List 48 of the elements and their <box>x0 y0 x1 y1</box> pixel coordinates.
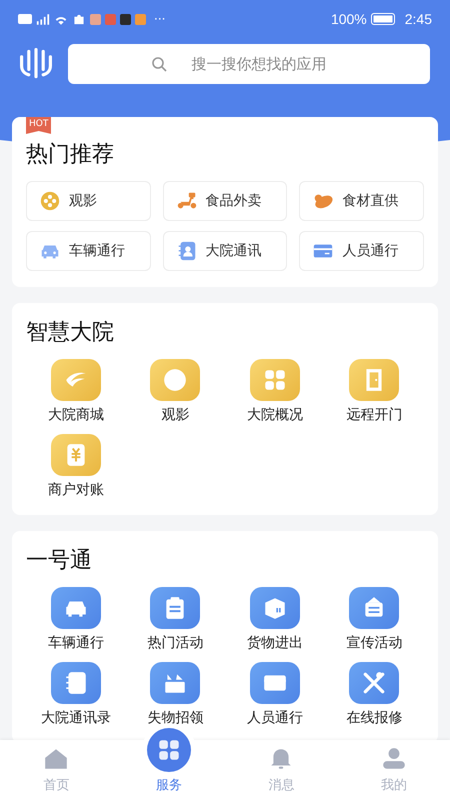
shortcut-chip[interactable]: 食品外卖 <box>162 181 288 221</box>
notification-icon <box>120 14 131 24</box>
notification-icon <box>135 14 146 24</box>
grid-icon <box>250 359 300 401</box>
app-tile[interactable]: 车辆通行 <box>26 587 126 652</box>
contact-book-icon <box>50 662 101 704</box>
puzzle-icon <box>72 14 86 24</box>
shortcut-chip[interactable]: 食材直供 <box>299 181 424 221</box>
door-icon <box>349 359 400 401</box>
app-tile[interactable]: 远程开门 <box>324 359 424 424</box>
app-tile[interactable]: 热门活动 <box>126 587 225 652</box>
app-tile[interactable]: 宣传活动 <box>324 587 424 652</box>
app-tile[interactable]: 大院通讯录 <box>26 662 126 727</box>
app-tile[interactable]: 观影 <box>126 359 225 424</box>
more-notifications: ··· <box>154 12 166 26</box>
app-tile[interactable]: 失物招领 <box>126 662 225 727</box>
tools-icon <box>349 662 400 704</box>
battery-percent: 100% <box>330 11 367 27</box>
signal-icon <box>36 14 50 24</box>
section-title: 智慧大院 <box>26 319 115 347</box>
notification-icon <box>105 14 116 24</box>
shortcut-chip[interactable]: 大院通讯 <box>162 231 288 271</box>
app-tile[interactable]: 大院概况 <box>225 359 324 424</box>
sign-icon <box>349 587 400 629</box>
card-icon <box>250 662 300 704</box>
clock: 2:45 <box>404 11 432 27</box>
section-title: 一号通 <box>26 547 93 575</box>
app-tile[interactable]: 在线报修 <box>324 662 424 727</box>
shortcut-chip[interactable]: 人员通行 <box>299 231 424 271</box>
app-tile[interactable]: 人员通行 <box>225 662 324 727</box>
app-tile[interactable]: 商户对账 <box>26 434 126 499</box>
notification-icon <box>90 14 101 24</box>
toolbox-icon <box>150 662 200 704</box>
shortcut-chip[interactable]: 观影 <box>26 181 151 221</box>
grid-icon <box>146 728 191 772</box>
box-icon <box>250 587 300 629</box>
battery-icon <box>370 13 395 25</box>
hot-badge: HOT <box>26 117 52 134</box>
person-icon <box>380 746 407 772</box>
search-field[interactable]: 搜一搜你想找的应用 <box>68 44 430 84</box>
car-icon <box>50 587 101 629</box>
section-title: 热门推荐 <box>26 141 115 169</box>
clipboard-icon <box>150 587 200 629</box>
search-icon <box>151 56 167 72</box>
app-tile[interactable]: 大院商城 <box>26 359 126 424</box>
ledger-icon <box>50 434 101 476</box>
app-tile[interactable]: 货物进出 <box>225 587 324 652</box>
shortcut-chip[interactable]: 车辆通行 <box>26 231 151 271</box>
